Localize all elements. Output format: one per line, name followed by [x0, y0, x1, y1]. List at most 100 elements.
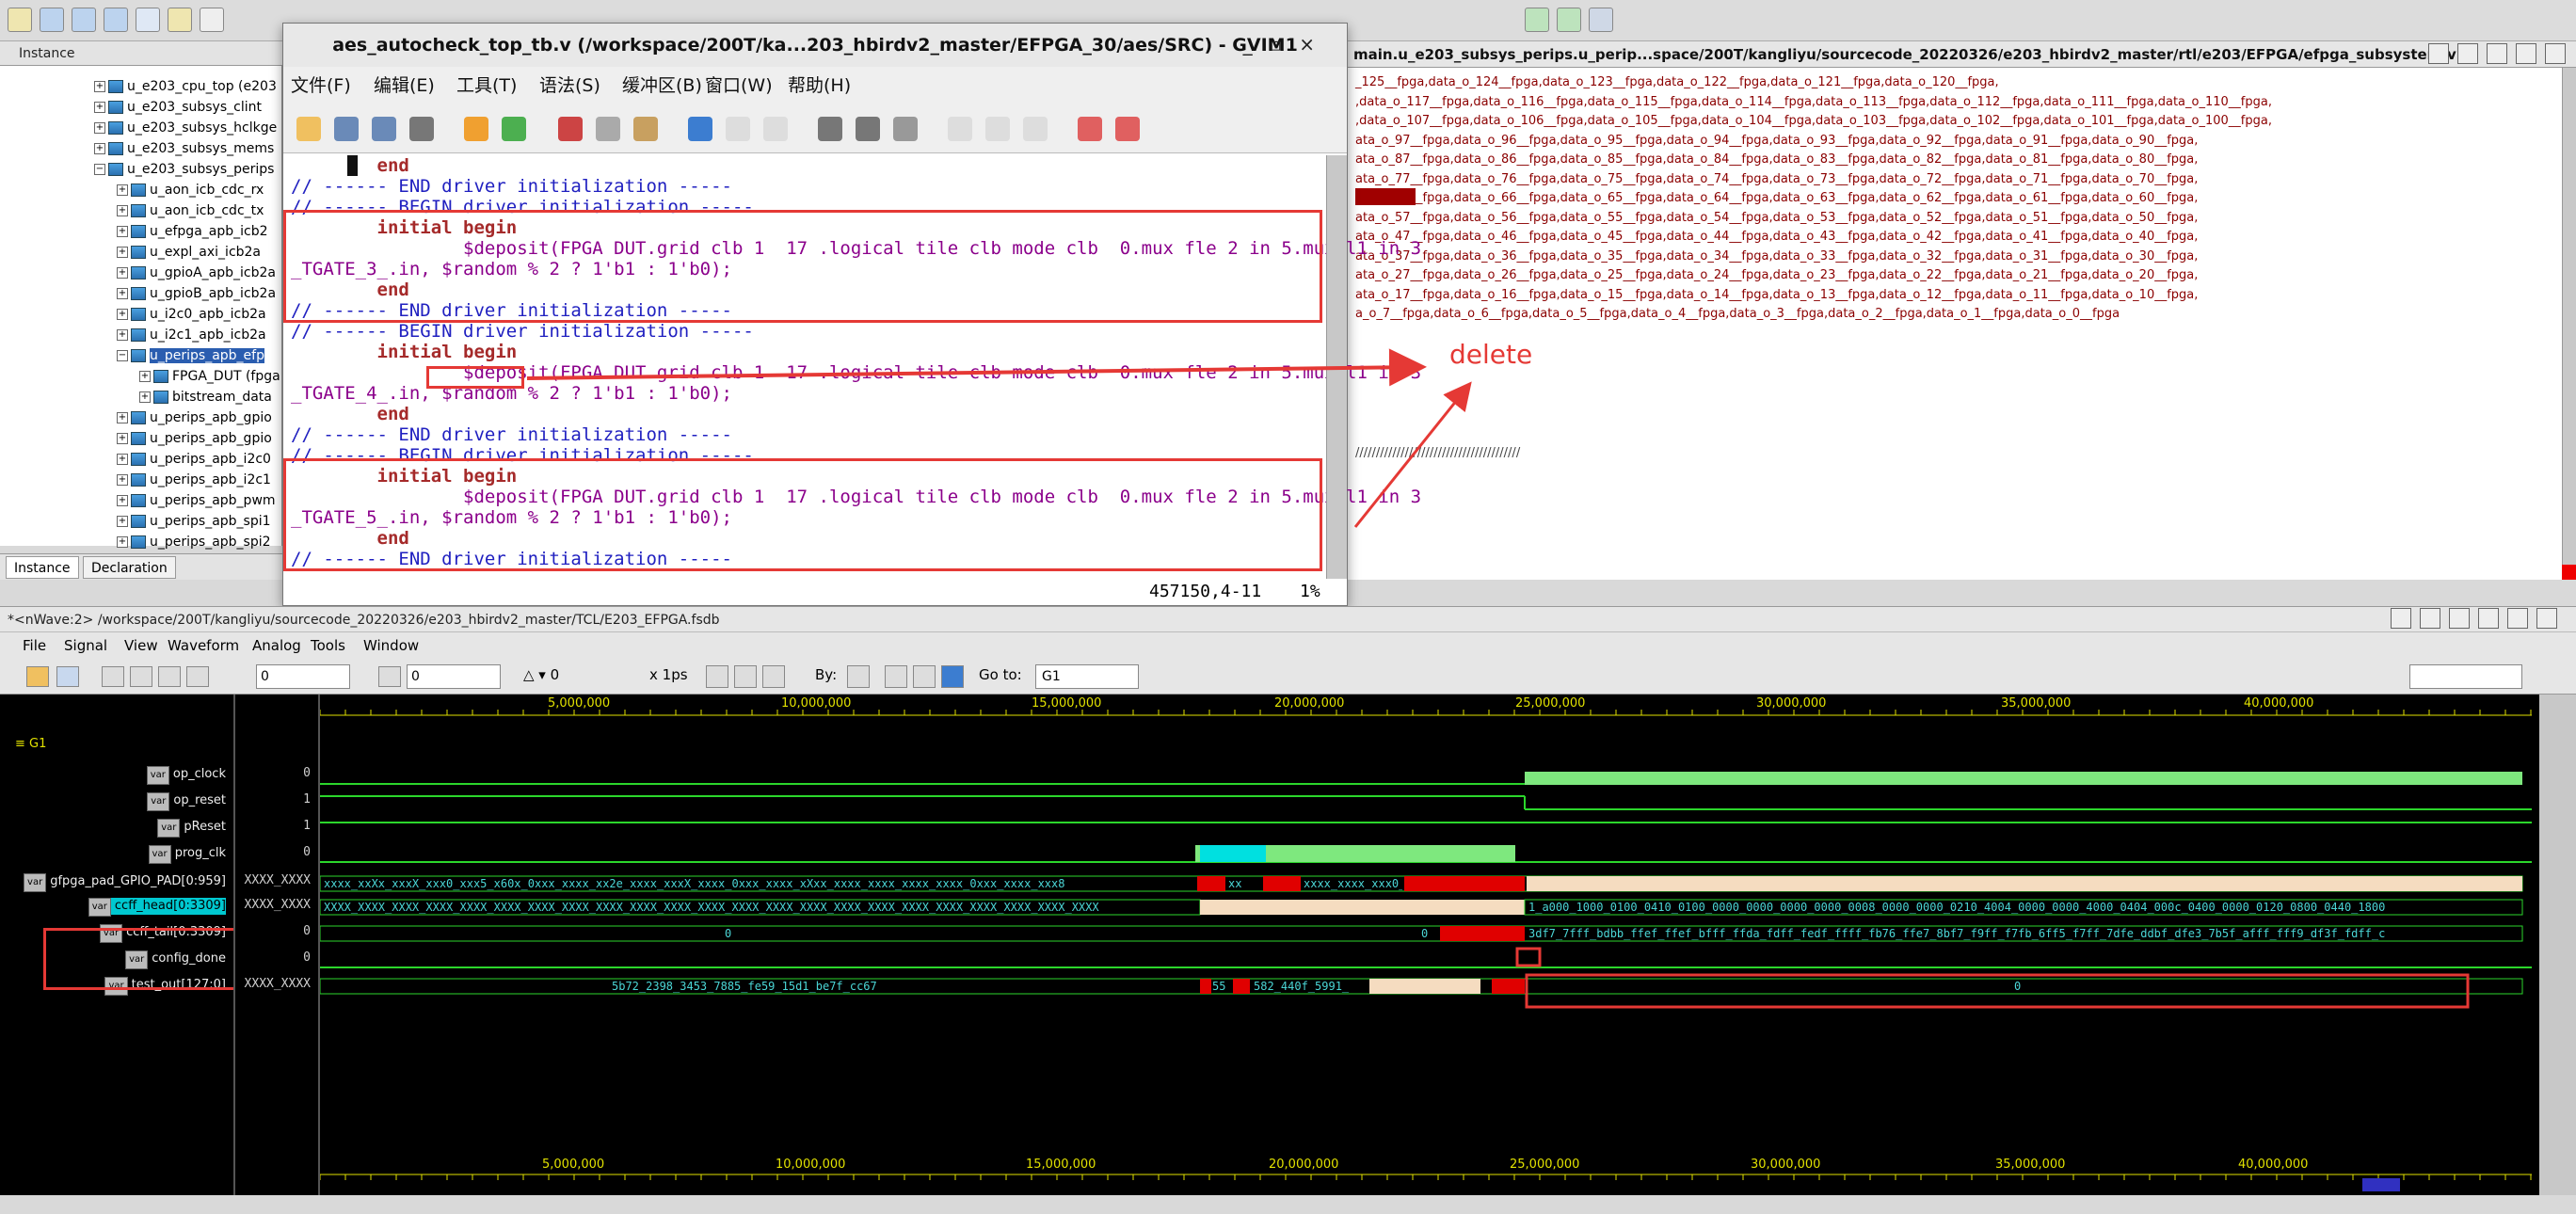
nwave-menu-item[interactable]: View: [124, 632, 158, 659]
signal-value: 0: [303, 950, 311, 965]
timeline-tick: 35,000,000: [2001, 696, 2072, 711]
search-input[interactable]: [2409, 664, 2522, 689]
timeline-tick-bottom: 15,000,000: [1026, 1158, 1096, 1172]
signal-row[interactable]: var op_reset: [147, 792, 226, 811]
zoom-in-icon[interactable]: [706, 665, 728, 688]
ccff-tail-red: [1440, 926, 1525, 941]
paste-icon[interactable]: [186, 666, 209, 687]
bus-value-label: 55: [1212, 980, 1226, 993]
op-clock-high: [1525, 772, 2522, 785]
next-edge-icon[interactable]: [913, 665, 936, 688]
pin-icon[interactable]: [2420, 608, 2441, 629]
waveform-scrollbar[interactable]: [2539, 695, 2576, 1195]
ccff-head-peach: [1200, 900, 1525, 915]
cursor-time-field[interactable]: 0: [256, 664, 350, 689]
nwave-menu-item[interactable]: Signal: [64, 632, 107, 659]
prev-edge-icon[interactable]: [885, 665, 907, 688]
test-out-red-1: [1200, 979, 1211, 994]
delta-label: △ ▾ 0: [523, 666, 560, 683]
signal-value: 0: [303, 766, 311, 780]
signal-name: gfpga_pad_GPIO_PAD[0:959]: [50, 874, 226, 888]
undock-icon[interactable]: [2449, 608, 2471, 629]
signal-value: 1: [303, 819, 311, 833]
nwave-menu-item[interactable]: Waveform: [168, 632, 239, 659]
bus-value-label: 0: [2014, 980, 2022, 993]
timeline-tick: 10,000,000: [781, 696, 852, 711]
timeline-tick: 25,000,000: [1515, 696, 1586, 711]
cut-icon[interactable]: [130, 666, 152, 687]
bus-value-label: 1_a000_1000_0100_0410_0100_0000_0000_000…: [1528, 901, 2386, 914]
signal-row[interactable]: var ccff_head[0:3309]: [88, 898, 226, 917]
bus-value-label: xxxx_xxXx_xxxX_xxx0_xxx5_x60x_0xxx_xxxx_…: [324, 877, 1065, 890]
goto-label: Go to:: [979, 666, 1022, 683]
reload-icon[interactable]: [56, 666, 79, 687]
waveform-pane[interactable]: 5,000,000 10,000,000 15,000,000 20,000,000 2…: [318, 695, 2539, 1195]
search-by-icon[interactable]: [847, 665, 870, 688]
close-icon[interactable]: [2536, 608, 2558, 629]
signal-name-pane[interactable]: ≡ G1 var op_clock var op_reset var pReset var p…: [0, 695, 243, 1195]
gpio-red-3: [1404, 876, 1525, 891]
bus-value-label: 5b72_2398_3453_7885_fe59_15d1_be7f_cc67: [612, 980, 877, 993]
zoom-out-icon[interactable]: [734, 665, 757, 688]
highlight-config-done: [1515, 947, 1542, 967]
by-label: By:: [815, 666, 838, 683]
wave-scroll-thumb: [2362, 1178, 2400, 1191]
test-out-red-2: [1233, 979, 1250, 994]
nwave-menu-item[interactable]: File: [23, 632, 46, 659]
signal-row[interactable]: var prog_clk: [148, 845, 226, 864]
timeline-tick: 30,000,000: [1756, 696, 1827, 711]
signal-value: XXXX_XXXX: [244, 977, 311, 991]
bus-value-label: xxxx_xxxx_xxx0_x: [1304, 877, 1402, 890]
marker-icon[interactable]: [378, 666, 401, 687]
signal-row[interactable]: var pReset: [157, 819, 226, 838]
var-icon: var: [24, 873, 47, 892]
zoom-fit-icon[interactable]: [762, 665, 785, 688]
signal-value: XXXX_XXXX: [244, 873, 311, 887]
signal-value: 0: [303, 924, 311, 938]
signal-row[interactable]: var gfpga_pad_GPIO_PAD[0:959]: [24, 873, 226, 892]
nwave-menubar: File Signal View Waveform Analog Tools Window: [0, 632, 2576, 659]
gpio-red-1: [1197, 876, 1225, 891]
signal-row[interactable]: var op_clock: [146, 766, 226, 785]
bus-value-label: 0: [1421, 927, 1429, 940]
minimize-icon[interactable]: [2478, 608, 2500, 629]
goto-select[interactable]: G1: [1035, 664, 1139, 689]
prog-clk-burst: [1200, 845, 1266, 862]
time-unit: x 1ps: [649, 666, 688, 683]
timeline-tick-bottom: 20,000,000: [1269, 1158, 1339, 1172]
timeline-tick-bottom: 25,000,000: [1510, 1158, 1580, 1172]
timeline-tick-bottom: 40,000,000: [2238, 1158, 2309, 1172]
timeline-tick-bottom: 5,000,000: [542, 1158, 605, 1172]
group-label: ≡ G1: [15, 737, 47, 751]
signal-value-pane: 0 1 1 0 XXXX_XXXX XXXX_XXXX 0 0 XXXX_XXXX: [233, 695, 318, 1195]
marker-goto-icon[interactable]: [941, 665, 964, 688]
signal-value: 0: [303, 845, 311, 859]
nwave-title: *<nWave:2> /workspace/200T/kangliyu/sour…: [0, 606, 2576, 632]
nwave-title-text: *<nWave:2> /workspace/200T/kangliyu/sour…: [8, 613, 720, 628]
var-icon: var: [88, 898, 111, 917]
open-icon[interactable]: [26, 666, 49, 687]
timeline-tick-bottom: 35,000,000: [1995, 1158, 2066, 1172]
bus-value-label: XXXX_XXXX_XXXX_XXXX_XXXX_XXXX_XXXX_XXXX_…: [324, 901, 1099, 914]
group-name: G1: [29, 737, 47, 751]
highlight-signals: [43, 928, 243, 990]
highlight-test-out: [1525, 973, 2470, 1009]
bus-value-label: 3df7_7fff_bdbb_ffef_ffef_bfff_ffda_fdff_…: [1528, 927, 2386, 940]
nwave-toolbar: 0 0 △ ▾ 0 x 1ps By: Go to: G1: [0, 659, 2576, 695]
var-icon: var: [146, 766, 169, 785]
var-icon: var: [148, 845, 171, 864]
nwave-menu-item[interactable]: Analog: [252, 632, 301, 659]
marker-time-field[interactable]: 0: [407, 664, 501, 689]
undo-icon[interactable]: [102, 666, 124, 687]
var-icon: var: [157, 819, 181, 838]
nwave-menu-item[interactable]: Tools: [311, 632, 345, 659]
maximize-icon[interactable]: [2507, 608, 2529, 629]
timeline-tick: 40,000,000: [2244, 696, 2314, 711]
nwave-menu-item[interactable]: Window: [363, 632, 419, 659]
signal-value: XXXX_XXXX: [244, 898, 311, 912]
bus-value-label: 582_440f_5991_: [1254, 980, 1350, 993]
signal-name: prog_clk: [174, 846, 226, 860]
settings-icon[interactable]: [2391, 608, 2411, 629]
copy-icon[interactable]: [158, 666, 181, 687]
gpio-red-2: [1263, 876, 1301, 891]
